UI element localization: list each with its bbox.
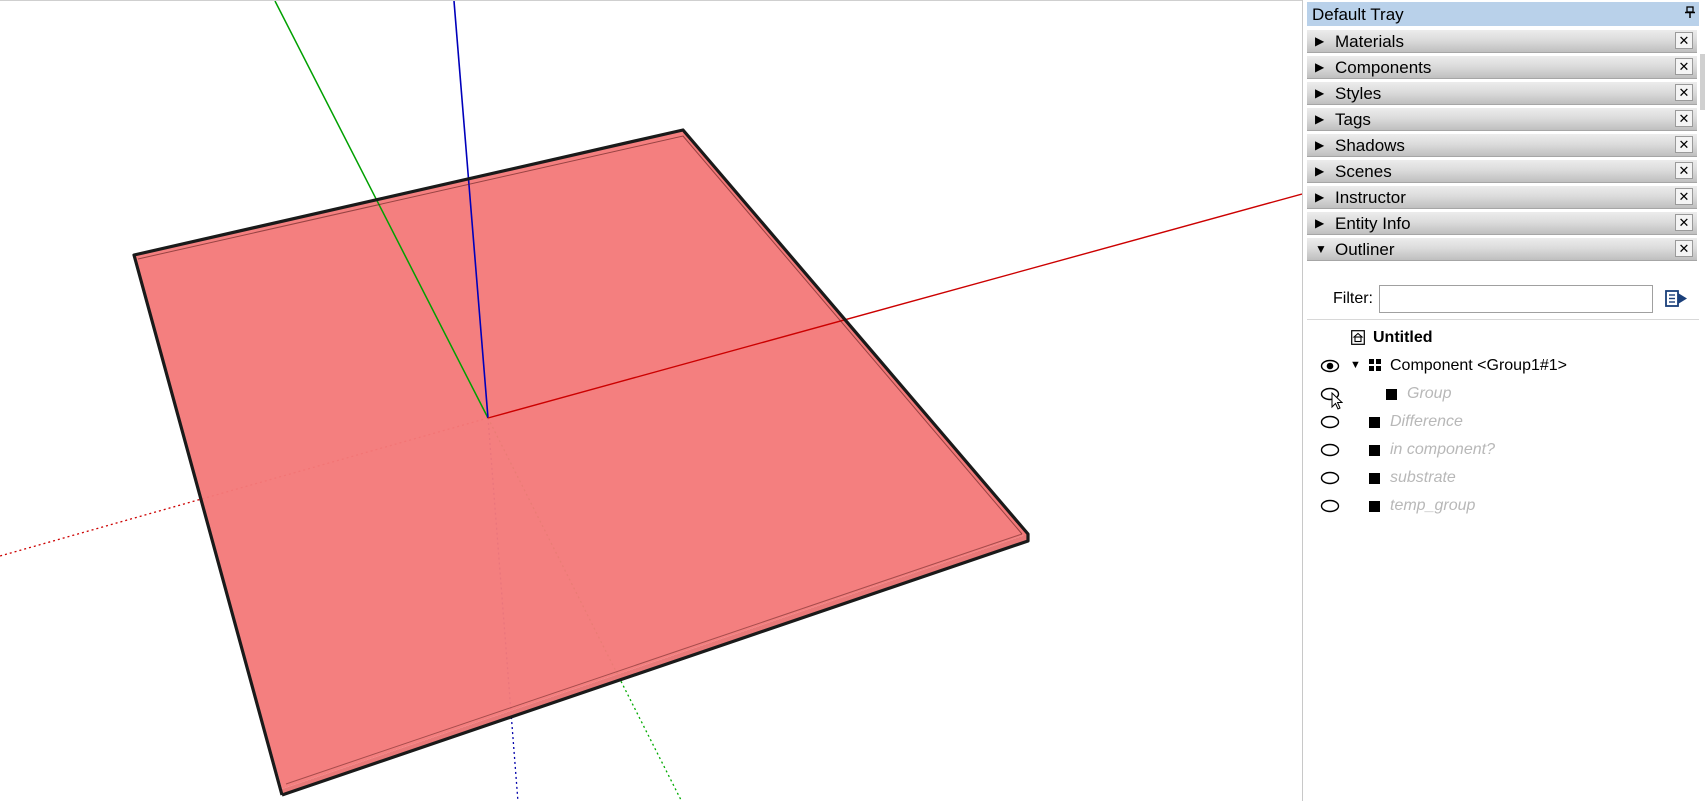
outliner-item-label: Untitled bbox=[1373, 329, 1433, 346]
outliner-row[interactable]: Group bbox=[1307, 382, 1697, 406]
outliner-item-label: Difference bbox=[1390, 413, 1463, 430]
panel-label: Instructor bbox=[1335, 188, 1406, 207]
close-icon[interactable]: ✕ bbox=[1675, 84, 1693, 101]
tree-expand-toggle-icon[interactable]: ▼ bbox=[1350, 359, 1361, 371]
outliner-item-label: substrate bbox=[1390, 469, 1456, 486]
panel-header-shadows[interactable]: ▶ Shadows ✕ bbox=[1307, 134, 1697, 157]
close-icon[interactable]: ✕ bbox=[1675, 110, 1693, 127]
collapsed-arrow-icon[interactable]: ▶ bbox=[1315, 138, 1324, 152]
close-icon[interactable]: ✕ bbox=[1675, 32, 1693, 49]
close-icon[interactable]: ✕ bbox=[1675, 136, 1693, 153]
viewport-canvas[interactable] bbox=[0, 1, 1302, 801]
collapsed-arrow-icon[interactable]: ▶ bbox=[1315, 216, 1324, 230]
panel-header-outliner[interactable]: ▼ Outliner ✕ bbox=[1307, 238, 1697, 261]
model-icon bbox=[1351, 330, 1365, 345]
eye-hidden-icon[interactable] bbox=[1320, 499, 1340, 513]
eye-hidden-icon[interactable] bbox=[1320, 415, 1340, 429]
collapsed-arrow-icon[interactable]: ▶ bbox=[1315, 190, 1324, 204]
panel-header-instructor[interactable]: ▶ Instructor ✕ bbox=[1307, 186, 1697, 209]
outliner-row[interactable]: substrate bbox=[1307, 466, 1697, 490]
outliner-row[interactable]: in component? bbox=[1307, 438, 1697, 462]
tray-scrollbar-thumb[interactable] bbox=[1700, 54, 1705, 110]
panel-label: Components bbox=[1335, 58, 1432, 77]
collapsed-arrow-icon[interactable]: ▶ bbox=[1315, 34, 1324, 48]
group-icon bbox=[1386, 389, 1397, 400]
group-icon bbox=[1369, 417, 1380, 428]
panel-header-tags[interactable]: ▶ Tags ✕ bbox=[1307, 108, 1697, 131]
outliner-divider bbox=[1307, 319, 1699, 320]
tray-title-bar[interactable]: Default Tray bbox=[1307, 2, 1699, 26]
sketchup-window: Default Tray ▶ Materials ✕ ▶ Components ✕ ▶ Sty… bbox=[0, 0, 1705, 801]
panel-header-components[interactable]: ▶ Components ✕ bbox=[1307, 56, 1697, 79]
panel-header-styles[interactable]: ▶ Styles ✕ bbox=[1307, 82, 1697, 105]
collapsed-arrow-icon[interactable]: ▶ bbox=[1315, 164, 1324, 178]
eye-hidden-icon[interactable] bbox=[1320, 471, 1340, 485]
tray-title: Default Tray bbox=[1312, 5, 1404, 24]
outliner-item-label: Component <Group1#1> bbox=[1390, 357, 1568, 374]
outliner-row[interactable]: temp_group bbox=[1307, 494, 1697, 518]
eye-visible-icon[interactable] bbox=[1320, 359, 1340, 373]
model-viewport[interactable] bbox=[0, 0, 1302, 801]
pin-icon[interactable] bbox=[1685, 6, 1695, 21]
outliner-row[interactable]: Difference bbox=[1307, 410, 1697, 434]
component-icon bbox=[1369, 359, 1382, 372]
collapsed-arrow-icon[interactable]: ▶ bbox=[1315, 112, 1324, 126]
outliner-row[interactable]: ▼ Component <Group1#1> bbox=[1307, 354, 1697, 378]
details-arrow-icon[interactable] bbox=[1663, 287, 1689, 311]
panel-label: Outliner bbox=[1335, 240, 1395, 259]
panel-label: Entity Info bbox=[1335, 214, 1411, 233]
collapsed-arrow-icon[interactable]: ▶ bbox=[1315, 86, 1324, 100]
panel-header-entity-info[interactable]: ▶ Entity Info ✕ bbox=[1307, 212, 1697, 235]
outliner-item-label: Group bbox=[1407, 385, 1452, 402]
panel-header-materials[interactable]: ▶ Materials ✕ bbox=[1307, 30, 1697, 53]
default-tray: Default Tray ▶ Materials ✕ ▶ Components ✕ ▶ Sty… bbox=[1302, 0, 1705, 801]
close-icon[interactable]: ✕ bbox=[1675, 58, 1693, 75]
group-icon bbox=[1369, 501, 1380, 512]
panel-label: Shadows bbox=[1335, 136, 1405, 155]
tray-scrollbar[interactable] bbox=[1699, 28, 1705, 801]
panel-header-scenes[interactable]: ▶ Scenes ✕ bbox=[1307, 160, 1697, 183]
group-icon bbox=[1369, 473, 1380, 484]
panel-label: Styles bbox=[1335, 84, 1382, 103]
expanded-arrow-icon[interactable]: ▼ bbox=[1315, 242, 1327, 256]
close-icon[interactable]: ✕ bbox=[1675, 162, 1693, 179]
outliner-item-label: in component? bbox=[1390, 441, 1495, 458]
panel-label: Scenes bbox=[1335, 162, 1392, 181]
close-icon[interactable]: ✕ bbox=[1675, 188, 1693, 205]
panel-label: Tags bbox=[1335, 110, 1371, 129]
outliner-filter-label: Filter: bbox=[1333, 290, 1373, 307]
collapsed-arrow-icon[interactable]: ▶ bbox=[1315, 60, 1324, 74]
outliner-filter-input[interactable] bbox=[1379, 285, 1653, 313]
close-icon[interactable]: ✕ bbox=[1675, 214, 1693, 231]
eye-hidden-icon[interactable] bbox=[1320, 443, 1340, 457]
close-icon[interactable]: ✕ bbox=[1675, 240, 1693, 257]
panel-label: Materials bbox=[1335, 32, 1404, 51]
outliner-row[interactable]: Untitled bbox=[1307, 326, 1697, 350]
eye-hidden-icon[interactable] bbox=[1320, 387, 1340, 401]
outliner-item-label: temp_group bbox=[1390, 497, 1476, 514]
group-icon bbox=[1369, 445, 1380, 456]
